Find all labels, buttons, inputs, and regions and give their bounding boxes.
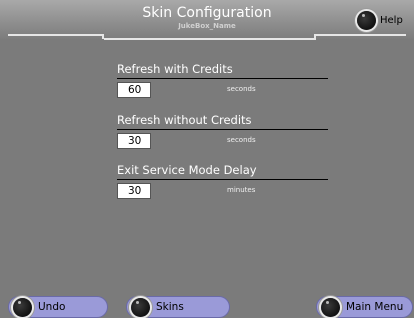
header-bar: Skin Configuration JukeBox_Name Help [0,0,414,40]
exit-service-mode-delay-input[interactable]: 30 [117,183,151,199]
jukebox-name: JukeBox_Name [178,22,236,30]
refresh-without-credits-input[interactable]: 30 [117,133,151,149]
refresh-with-credits-input[interactable]: 60 [117,82,151,98]
skins-button[interactable]: Skins [126,296,230,318]
setting-exit-service-mode-delay: Exit Service Mode Delay 30 minutes [117,164,328,201]
header-divider-right [316,34,406,36]
knob-icon [357,10,376,30]
setting-label: Refresh without Credits [117,113,252,127]
setting-label: Exit Service Mode Delay [117,163,257,177]
skins-label: Skins [156,301,184,313]
setting-refresh-with-credits: Refresh with Credits 60 seconds [117,63,328,100]
main-menu-label: Main Menu [346,301,404,313]
knob-icon [131,297,150,317]
help-button[interactable]: Help [357,9,405,31]
page-title: Skin Configuration [142,5,272,21]
knob-icon [321,297,340,317]
setting-refresh-without-credits: Refresh without Credits 30 seconds [117,114,328,151]
unit-label: seconds [227,136,256,144]
unit-label: minutes [227,186,256,194]
setting-label: Refresh with Credits [117,62,233,76]
undo-label: Undo [38,301,66,313]
setting-divider [117,129,328,130]
setting-divider [117,179,328,180]
setting-divider [117,78,328,79]
knob-icon [13,297,32,317]
header-divider-left [8,34,104,36]
undo-button[interactable]: Undo [8,296,108,318]
header-divider-middle [104,38,316,40]
main-menu-button[interactable]: Main Menu [316,296,413,318]
help-label: Help [380,14,403,26]
unit-label: seconds [227,85,256,93]
